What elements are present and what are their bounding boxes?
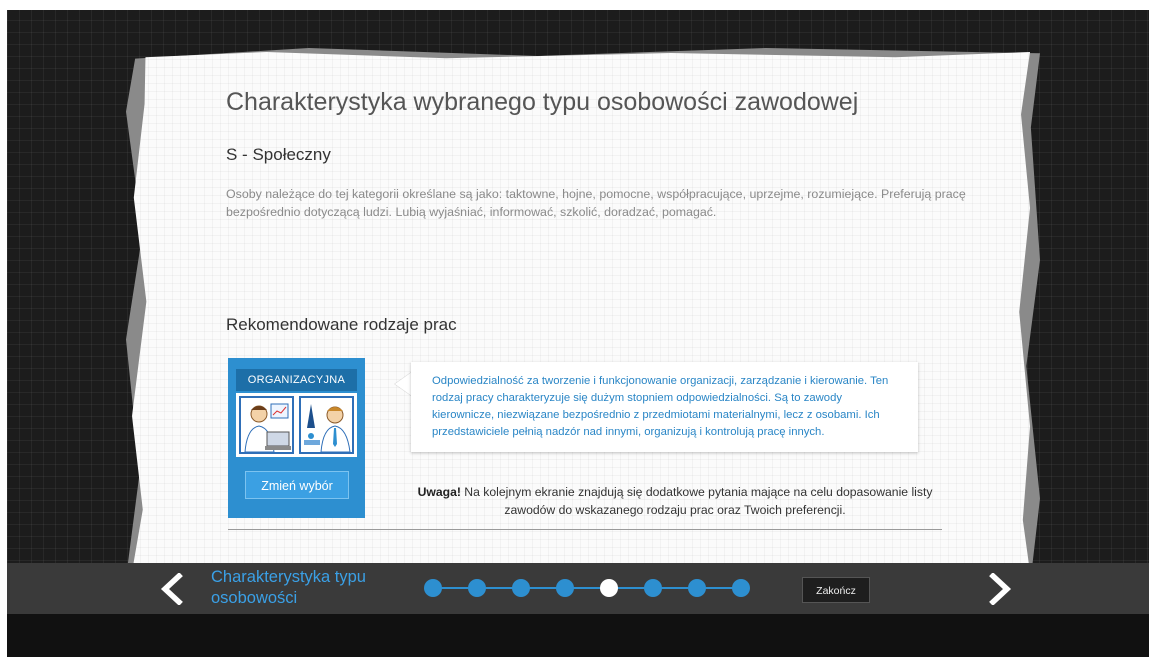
divider [228,529,942,530]
step-dot-6[interactable] [644,579,662,597]
office-worker-illustration [239,396,294,454]
recommended-heading: Rekomendowane rodzaje prac [226,315,457,334]
current-step-label: Charakterystyka typu osobowości [211,568,366,607]
next-button[interactable] [985,572,1015,606]
prev-button[interactable] [157,572,187,606]
step-dot-2[interactable] [468,579,486,597]
work-type-title: ORGANIZACYJNA [236,369,357,391]
page-title: Charakterystyka wybranego typu osobowośc… [226,88,859,116]
manager-illustration [299,396,354,454]
step-dot-7[interactable] [688,579,706,597]
work-type-card: ORGANIZACYJNA Zmień wybór [228,358,365,518]
step-dot-1[interactable] [424,579,442,597]
notice-text: Uwaga! Na kolejnym ekranie znajdują się … [410,483,940,519]
finish-button[interactable]: Zakończ [802,577,870,603]
notice-label: Uwaga! [417,485,461,499]
step-dot-8[interactable] [732,579,750,597]
change-choice-button[interactable]: Zmień wybór [245,471,349,499]
step-dot-5[interactable] [600,579,618,597]
step-dot-3[interactable] [512,579,530,597]
bubble-pointer [395,372,412,396]
notice-body: Na kolejnym ekranie znajdują się dodatko… [460,485,933,517]
chevron-left-icon [160,572,183,606]
chevron-right-icon [989,572,1012,606]
work-type-description: Odpowiedzialność za tworzenie i funkcjon… [411,362,918,452]
step-dot-4[interactable] [556,579,574,597]
work-type-illustration [236,393,357,457]
personality-type-name: S - Społeczny [226,145,331,164]
bottom-strip [7,614,1149,657]
step-progress [424,578,754,598]
personality-description: Osoby należące do tej kategorii określan… [226,187,966,219]
